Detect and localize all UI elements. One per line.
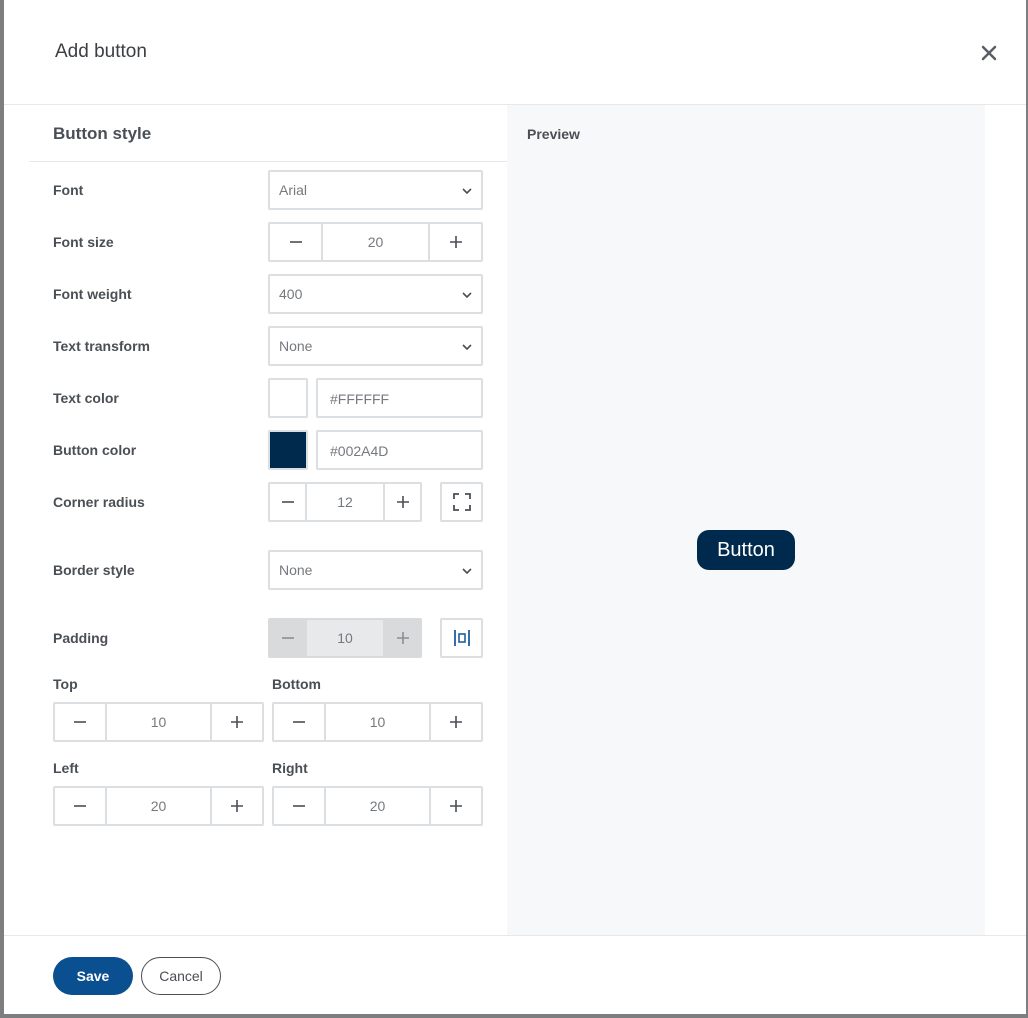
padding-left-stepper: 20 bbox=[53, 786, 264, 826]
corner-radius-increment-button[interactable] bbox=[385, 484, 420, 520]
text-transform-value: None bbox=[279, 338, 313, 354]
padding-top-decrement-button[interactable] bbox=[55, 704, 105, 740]
minus-icon bbox=[293, 805, 305, 807]
plus-icon bbox=[450, 800, 462, 812]
dialog-footer: Save Cancel bbox=[4, 935, 1026, 1014]
font-weight-select[interactable]: 400 bbox=[268, 274, 483, 314]
padding-left-value[interactable]: 20 bbox=[105, 788, 212, 824]
minus-icon bbox=[281, 501, 294, 503]
padding-top-value[interactable]: 10 bbox=[105, 704, 212, 740]
padding-decrement-button bbox=[270, 620, 305, 656]
text-transform-label: Text transform bbox=[53, 338, 150, 354]
cancel-button[interactable]: Cancel bbox=[141, 957, 221, 995]
text-color-input[interactable]: #FFFFFF bbox=[316, 378, 483, 418]
padding-top-stepper: 10 bbox=[53, 702, 264, 742]
plus-icon bbox=[396, 496, 409, 508]
minus-icon bbox=[289, 241, 302, 243]
text-transform-select[interactable]: None bbox=[268, 326, 483, 366]
padding-individual-toggle[interactable] bbox=[440, 618, 483, 658]
button-color-input[interactable]: #002A4D bbox=[316, 430, 483, 470]
padding-bottom-decrement-button[interactable] bbox=[274, 704, 324, 740]
font-label: Font bbox=[53, 182, 84, 198]
border-style-select[interactable]: None bbox=[268, 550, 483, 590]
padding-right-increment-button[interactable] bbox=[431, 788, 481, 824]
text-color-value: #FFFFFF bbox=[330, 391, 390, 407]
padding-value: 10 bbox=[305, 620, 385, 656]
padding-left-increment-button[interactable] bbox=[212, 788, 262, 824]
padding-top-label: Top bbox=[53, 676, 78, 692]
font-weight-value: 400 bbox=[279, 286, 303, 302]
expand-corners-icon bbox=[452, 493, 471, 511]
padding-top-increment-button[interactable] bbox=[212, 704, 262, 740]
chevron-down-icon bbox=[462, 344, 472, 351]
corner-radius-stepper: 12 bbox=[268, 482, 422, 522]
padding-label: Padding bbox=[53, 630, 109, 646]
plus-icon bbox=[231, 716, 243, 728]
plus-icon bbox=[450, 716, 462, 728]
padding-bottom-stepper: 10 bbox=[272, 702, 483, 742]
text-color-label: Text color bbox=[53, 390, 119, 406]
button-color-value: #002A4D bbox=[330, 443, 389, 459]
button-color-swatch[interactable] bbox=[268, 430, 308, 470]
chevron-down-icon bbox=[462, 188, 472, 195]
font-size-label: Font size bbox=[53, 234, 114, 250]
font-size-stepper: 20 bbox=[268, 222, 483, 262]
font-size-increment-button[interactable] bbox=[430, 224, 481, 260]
corner-radius-label: Corner radius bbox=[53, 494, 145, 510]
close-icon[interactable] bbox=[978, 42, 1000, 64]
corner-radius-value[interactable]: 12 bbox=[305, 484, 385, 520]
padding-bottom-value[interactable]: 10 bbox=[324, 704, 431, 740]
plus-icon bbox=[449, 236, 462, 248]
dialog-header: Add button bbox=[4, 0, 1026, 105]
text-color-swatch[interactable] bbox=[268, 378, 308, 418]
border-style-label: Border style bbox=[53, 562, 135, 578]
section-title: Button style bbox=[53, 124, 152, 143]
padding-bottom-increment-button[interactable] bbox=[431, 704, 481, 740]
preview-button: Button bbox=[697, 530, 795, 570]
corner-radius-decrement-button[interactable] bbox=[270, 484, 305, 520]
padding-stepper: 10 bbox=[268, 618, 422, 658]
padding-right-label: Right bbox=[272, 760, 308, 776]
chevron-down-icon bbox=[462, 292, 472, 299]
preview-title: Preview bbox=[527, 126, 580, 142]
padding-right-value[interactable]: 20 bbox=[324, 788, 431, 824]
minus-icon bbox=[74, 721, 86, 723]
save-button[interactable]: Save bbox=[53, 957, 133, 995]
font-select[interactable]: Arial bbox=[268, 170, 483, 210]
button-style-panel: Button style Font Arial Font size 20 Fon… bbox=[4, 105, 507, 935]
padding-left-label: Left bbox=[53, 760, 79, 776]
section-divider bbox=[29, 161, 507, 162]
corner-radius-expand-button[interactable] bbox=[440, 482, 483, 522]
padding-left-decrement-button[interactable] bbox=[55, 788, 105, 824]
padding-bottom-label: Bottom bbox=[272, 676, 321, 692]
minus-icon bbox=[281, 637, 294, 639]
padding-right-stepper: 20 bbox=[272, 786, 483, 826]
padding-increment-button bbox=[385, 620, 420, 656]
font-weight-label: Font weight bbox=[53, 286, 132, 302]
font-size-decrement-button[interactable] bbox=[270, 224, 321, 260]
font-size-value[interactable]: 20 bbox=[321, 224, 430, 260]
plus-icon bbox=[231, 800, 243, 812]
plus-icon bbox=[396, 632, 409, 644]
minus-icon bbox=[74, 805, 86, 807]
dialog-title: Add button bbox=[55, 41, 147, 62]
preview-panel: Preview Button bbox=[507, 105, 985, 935]
minus-icon bbox=[293, 721, 305, 723]
chevron-down-icon bbox=[462, 568, 472, 575]
border-style-value: None bbox=[279, 562, 313, 578]
font-value: Arial bbox=[279, 182, 308, 198]
padding-right-decrement-button[interactable] bbox=[274, 788, 324, 824]
button-color-label: Button color bbox=[53, 442, 137, 458]
add-button-dialog: Add button Button style Font Arial Font … bbox=[4, 0, 1026, 1014]
individual-padding-icon bbox=[453, 630, 470, 646]
